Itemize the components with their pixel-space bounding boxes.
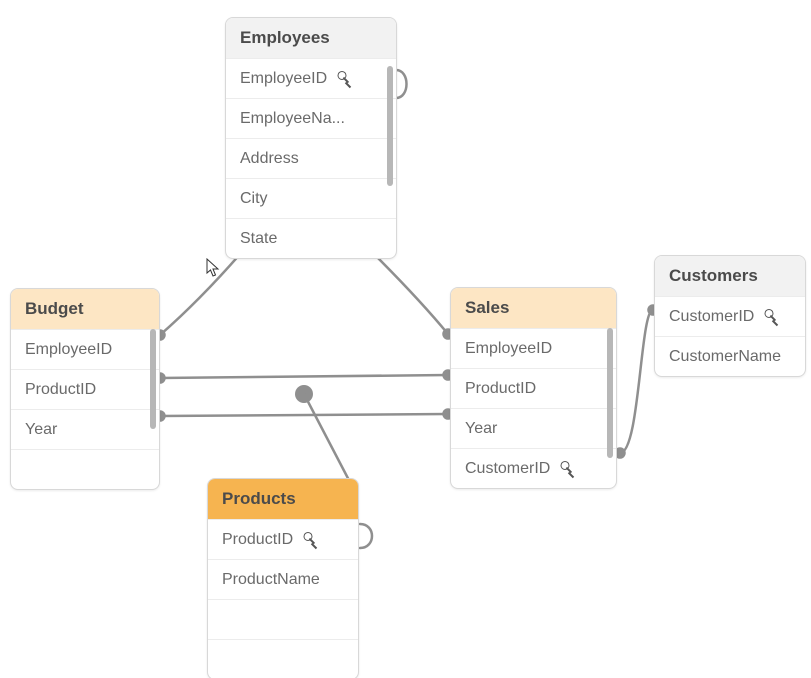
field-list: ProductID ProductName: [208, 519, 358, 678]
entity-products[interactable]: Products ProductID ProductName: [207, 478, 359, 678]
entity-title: Products: [208, 479, 358, 519]
field-name: ProductName: [222, 571, 320, 589]
field-row[interactable]: EmployeeNa...: [226, 98, 396, 138]
scrollbar[interactable]: [150, 329, 156, 429]
field-name: CustomerName: [669, 348, 781, 366]
entity-title: Budget: [11, 289, 159, 329]
field-name: EmployeeID: [25, 341, 112, 359]
field-list: EmployeeID ProductID Year: [11, 329, 159, 489]
field-list: EmployeeID ProductID Year CustomerID: [451, 328, 616, 488]
entity-budget[interactable]: Budget EmployeeID ProductID Year: [10, 288, 160, 490]
field-row[interactable]: City: [226, 178, 396, 218]
erd-canvas[interactable]: { "entities": { "employees": { "title": …: [0, 0, 811, 678]
key-icon: [298, 530, 318, 550]
entity-title: Customers: [655, 256, 805, 296]
field-row[interactable]: CustomerID: [655, 296, 805, 336]
field-name: Address: [240, 150, 299, 168]
field-row[interactable]: [208, 639, 358, 678]
field-row[interactable]: CustomerID: [451, 448, 616, 488]
field-name: Year: [465, 420, 497, 438]
field-name: EmployeeID: [465, 340, 552, 358]
key-icon: [759, 307, 779, 327]
entity-title: Sales: [451, 288, 616, 328]
field-row[interactable]: ProductID: [11, 369, 159, 409]
field-row[interactable]: ProductID: [451, 368, 616, 408]
field-name: CustomerID: [669, 308, 754, 326]
field-row[interactable]: ProductID: [208, 519, 358, 559]
field-row[interactable]: EmployeeID: [226, 58, 396, 98]
field-name: CustomerID: [465, 460, 550, 478]
field-name: ProductID: [465, 380, 536, 398]
entity-title: Employees: [226, 18, 396, 58]
field-name: City: [240, 190, 268, 208]
key-icon: [332, 69, 352, 89]
field-row[interactable]: EmployeeID: [11, 329, 159, 369]
field-name: ProductID: [222, 531, 293, 549]
scrollbar[interactable]: [387, 66, 393, 186]
field-row[interactable]: ProductName: [208, 559, 358, 599]
scrollbar[interactable]: [607, 328, 613, 458]
field-row[interactable]: [208, 599, 358, 639]
cursor-icon: [206, 258, 221, 278]
field-name: ProductID: [25, 381, 96, 399]
entity-employees[interactable]: Employees EmployeeID EmployeeNa... Addre…: [225, 17, 397, 259]
field-list: EmployeeID EmployeeNa... Address City St…: [226, 58, 396, 258]
field-name: Year: [25, 421, 57, 439]
field-name: EmployeeID: [240, 70, 327, 88]
key-icon: [555, 459, 575, 479]
entity-customers[interactable]: Customers CustomerID CustomerName: [654, 255, 806, 377]
field-name: State: [240, 230, 277, 248]
field-row[interactable]: Year: [451, 408, 616, 448]
field-row[interactable]: CustomerName: [655, 336, 805, 376]
field-row[interactable]: State: [226, 218, 396, 258]
field-row[interactable]: [11, 449, 159, 489]
field-name: EmployeeNa...: [240, 110, 345, 128]
field-row[interactable]: Address: [226, 138, 396, 178]
field-list: CustomerID CustomerName: [655, 296, 805, 376]
field-row[interactable]: Year: [11, 409, 159, 449]
field-row[interactable]: EmployeeID: [451, 328, 616, 368]
entity-sales[interactable]: Sales EmployeeID ProductID Year Customer…: [450, 287, 617, 489]
